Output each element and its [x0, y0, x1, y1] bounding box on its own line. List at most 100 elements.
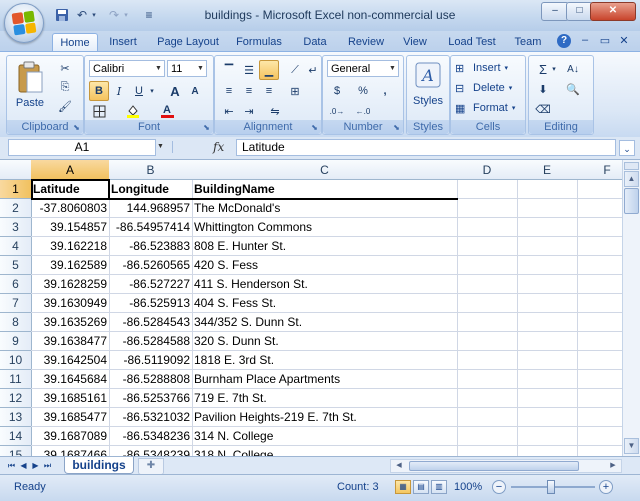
cell-d[interactable] — [457, 427, 518, 446]
cell-d[interactable] — [457, 446, 518, 456]
orientation-icon[interactable]: ⟋ — [285, 60, 305, 80]
align-left-icon[interactable]: ≡ — [219, 81, 239, 101]
row-header[interactable]: 7 — [0, 294, 32, 313]
cell-c[interactable]: BuildingName — [192, 180, 458, 199]
cell-c[interactable]: Burnham Place Apartments — [192, 370, 458, 389]
cell-d[interactable] — [457, 275, 518, 294]
cell-d[interactable] — [457, 256, 518, 275]
cut-icon[interactable]: ✂ — [55, 58, 75, 78]
cell-c[interactable]: 411 S. Henderson St. — [192, 275, 458, 294]
cell-f[interactable] — [577, 256, 622, 275]
row-header[interactable]: 8 — [0, 313, 32, 332]
ribbon-restore-icon[interactable]: ▭ — [598, 34, 612, 47]
align-bottom-icon[interactable]: ▁ — [259, 60, 279, 80]
horizontal-scroll-thumb[interactable] — [409, 461, 579, 471]
format-cells-button[interactable]: ▦ Format ▾ — [455, 99, 521, 117]
row-header[interactable]: 4 — [0, 237, 32, 256]
horizontal-scrollbar[interactable]: ◀ ▶ — [390, 459, 622, 473]
underline-button[interactable]: U — [129, 81, 149, 101]
undo-icon[interactable]: ↶ — [74, 7, 90, 23]
cell-b[interactable]: -86.54957414 — [109, 218, 193, 237]
close-button[interactable]: ✕ — [590, 2, 636, 21]
vertical-scrollbar[interactable]: ▲ ▼ — [622, 160, 640, 456]
borders-icon[interactable] — [89, 101, 109, 121]
cell-b[interactable]: 144.968957 — [109, 199, 193, 218]
row-header[interactable]: 14 — [0, 427, 32, 446]
paste-button[interactable]: Paste — [15, 96, 45, 110]
cell-b[interactable]: -86.5288808 — [109, 370, 193, 389]
zoom-level[interactable]: 100% — [454, 481, 482, 493]
comma-button[interactable]: , — [375, 81, 395, 101]
cell-a[interactable]: 39.1642504 — [31, 351, 110, 370]
bold-button[interactable]: B — [89, 81, 109, 101]
cell-b[interactable]: -86.5119092 — [109, 351, 193, 370]
cell-d[interactable] — [457, 408, 518, 427]
decrease-indent-icon[interactable]: ⇤ — [219, 101, 239, 121]
autosum-dropdown-icon[interactable]: ▾ — [549, 59, 559, 79]
page-break-view-icon[interactable]: ▥ — [431, 480, 447, 494]
find-select-icon[interactable]: 🔍 — [563, 79, 583, 99]
cell-e[interactable] — [517, 275, 578, 294]
expand-formula-icon[interactable]: ⌄ — [619, 140, 635, 156]
cell-b[interactable]: -86.5284588 — [109, 332, 193, 351]
cell-f[interactable] — [577, 237, 622, 256]
font-launcher-icon[interactable]: ⬊ — [202, 123, 211, 132]
tab-insert[interactable]: Insert — [103, 33, 143, 51]
styles-button-label[interactable]: Styles — [407, 94, 449, 108]
align-top-icon[interactable]: ▔ — [219, 60, 239, 80]
font-color-button[interactable]: A — [157, 101, 177, 121]
cell-f[interactable] — [577, 294, 622, 313]
scroll-right-icon[interactable]: ▶ — [606, 461, 620, 471]
undo-dropdown-icon[interactable]: ▾ — [90, 7, 98, 23]
cell-a[interactable]: 39.1685477 — [31, 408, 110, 427]
column-header-b[interactable]: B — [109, 160, 193, 180]
cell-d[interactable] — [457, 218, 518, 237]
row-header[interactable]: 10 — [0, 351, 32, 370]
tab-formulas[interactable]: Formulas — [233, 33, 285, 51]
cell-b[interactable]: -86.525913 — [109, 294, 193, 313]
insert-cells-button[interactable]: ⊞ Insert ▾ — [455, 59, 521, 77]
cell-e[interactable] — [517, 351, 578, 370]
cell-a[interactable]: 39.1687089 — [31, 427, 110, 446]
maximize-button[interactable]: □ — [566, 2, 593, 21]
scroll-left-icon[interactable]: ◀ — [392, 461, 406, 471]
cell-f[interactable] — [577, 180, 622, 199]
row-header[interactable]: 15 — [0, 446, 32, 456]
clear-icon[interactable]: ⌫ — [533, 99, 553, 119]
cell-c[interactable]: 1818 E. 3rd St. — [192, 351, 458, 370]
cell-e[interactable] — [517, 370, 578, 389]
cell-f[interactable] — [577, 370, 622, 389]
cell-e[interactable] — [517, 256, 578, 275]
cell-c[interactable]: 314 N. College — [192, 427, 458, 446]
workbook-close-icon[interactable]: ✕ — [617, 34, 631, 47]
first-sheet-icon[interactable]: ⏮ — [6, 460, 17, 472]
tab-data[interactable]: Data — [298, 33, 332, 51]
cell-d[interactable] — [457, 389, 518, 408]
name-box[interactable]: A1 — [8, 139, 156, 156]
cell-d[interactable] — [457, 332, 518, 351]
zoom-out-button[interactable]: − — [492, 480, 506, 494]
currency-button[interactable]: $ — [327, 81, 347, 101]
column-header-f[interactable]: F — [577, 160, 622, 180]
decrease-decimal-icon[interactable]: ←.0 — [353, 101, 373, 121]
cell-d[interactable] — [457, 237, 518, 256]
cell-c[interactable]: Whittington Commons — [192, 218, 458, 237]
font-size-select[interactable]: 11 ▼ — [167, 60, 207, 77]
percent-button[interactable]: % — [353, 81, 373, 101]
zoom-slider-thumb[interactable] — [547, 480, 555, 494]
row-header[interactable]: 12 — [0, 389, 32, 408]
styles-icon[interactable]: A — [413, 60, 443, 90]
cell-e[interactable] — [517, 389, 578, 408]
cell-b[interactable]: Longitude — [109, 180, 193, 199]
cell-e[interactable] — [517, 427, 578, 446]
row-header[interactable]: 1 — [0, 180, 32, 199]
row-header[interactable]: 9 — [0, 332, 32, 351]
cell-f[interactable] — [577, 446, 622, 456]
tab-view[interactable]: View — [398, 33, 432, 51]
tab-load-test[interactable]: Load Test — [443, 33, 501, 51]
column-header-a[interactable]: A — [31, 160, 110, 180]
paste-icon[interactable] — [13, 58, 47, 96]
cell-f[interactable] — [577, 427, 622, 446]
increase-indent-icon[interactable]: ⇥ — [239, 101, 259, 121]
cell-a[interactable]: -37.8060803 — [31, 199, 110, 218]
